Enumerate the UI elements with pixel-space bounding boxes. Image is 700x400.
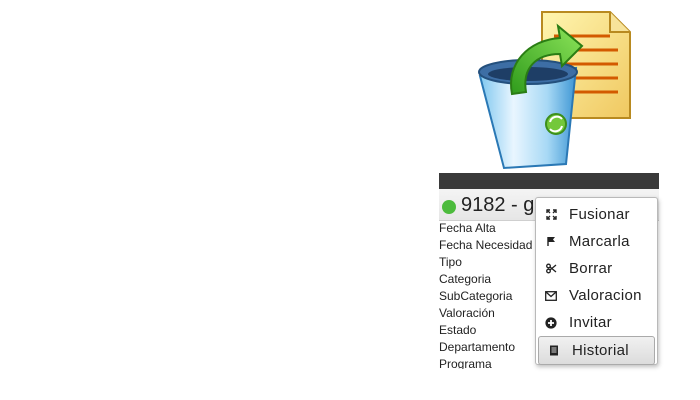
menu-item-label: Historial bbox=[572, 342, 629, 359]
envelope-icon bbox=[536, 290, 566, 301]
field-label-fecha-alta: Fecha Alta bbox=[439, 221, 496, 235]
menu-item-label: Invitar bbox=[569, 314, 612, 331]
field-label-estado: Estado bbox=[439, 323, 477, 337]
menu-item-label: Borrar bbox=[569, 260, 613, 277]
menu-item-label: Fusionar bbox=[569, 206, 630, 223]
menu-item-borrar[interactable]: Borrar bbox=[536, 255, 657, 282]
ticket-header-bar bbox=[439, 173, 659, 189]
ticket-field-list: Fecha Alta Fecha Necesidad Tipo Categori… bbox=[439, 221, 549, 369]
field-label-categoria: Categoria bbox=[439, 272, 492, 286]
field-label-fecha-necesidad: Fecha Necesidad bbox=[439, 238, 533, 252]
field-label-programa: Programa bbox=[439, 357, 492, 369]
scissors-icon bbox=[536, 263, 566, 274]
menu-item-valoracion[interactable]: Valoracion bbox=[536, 282, 657, 309]
menu-item-marcarla[interactable]: Marcarla bbox=[536, 228, 657, 255]
field-label-tipo: Tipo bbox=[439, 255, 462, 269]
expand-icon bbox=[536, 209, 566, 220]
field-label-valoracion: Valoración bbox=[439, 306, 495, 320]
menu-item-historial[interactable]: Historial bbox=[538, 336, 655, 365]
field-label-subcategoria: SubCategoria bbox=[439, 289, 513, 303]
ticket-context-menu: Fusionar Marcarla Borrar Valoracion Invi… bbox=[535, 197, 658, 365]
status-indicator-icon bbox=[442, 200, 456, 214]
menu-item-label: Marcarla bbox=[569, 233, 630, 250]
book-icon bbox=[539, 345, 569, 356]
plus-circle-icon bbox=[536, 316, 566, 329]
menu-item-fusionar[interactable]: Fusionar bbox=[536, 201, 657, 228]
menu-item-label: Valoracion bbox=[569, 287, 642, 304]
restore-recycle-bin-icon bbox=[478, 11, 631, 170]
menu-item-invitar[interactable]: Invitar bbox=[536, 309, 657, 336]
field-label-departamento: Departamento bbox=[439, 340, 516, 354]
flag-icon bbox=[536, 236, 566, 247]
